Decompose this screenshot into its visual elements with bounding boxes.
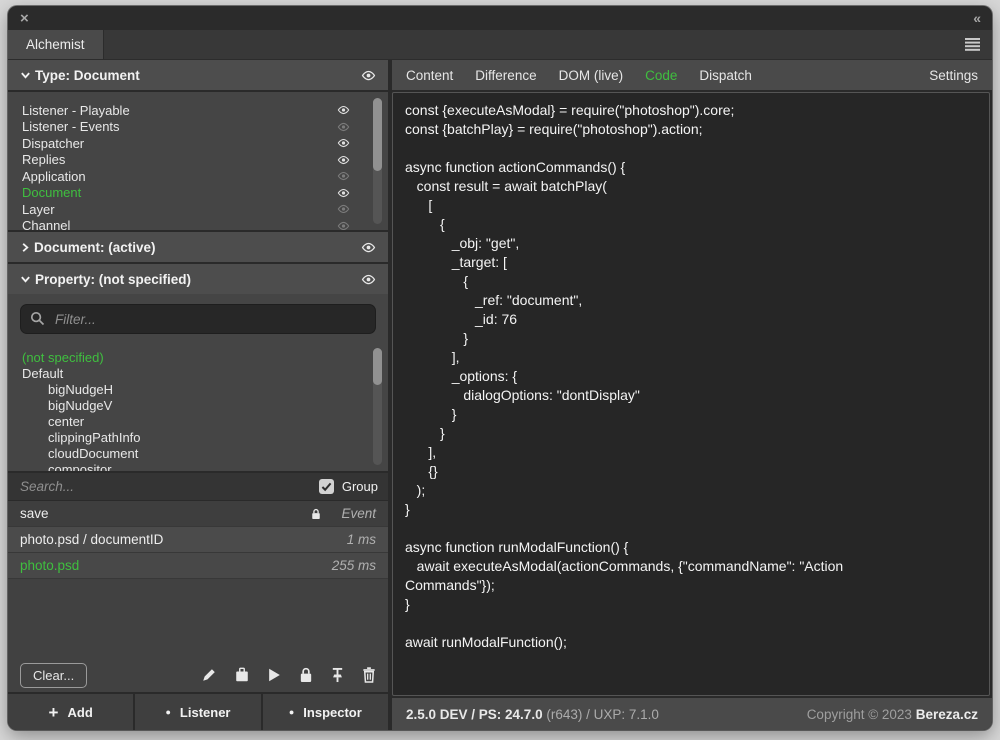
group-checkbox[interactable] — [319, 479, 334, 494]
eye-icon[interactable] — [337, 155, 350, 165]
property-list: (not specified) Default bigNudgeH bigNud… — [8, 342, 388, 471]
type-list: Listener - Playable Listener - Events Di… — [8, 92, 388, 230]
inspector-toggle-button[interactable]: ● Inspector — [263, 694, 388, 730]
tab-code[interactable]: Code — [645, 68, 677, 83]
document-header-label: Document: (active) — [34, 240, 156, 255]
property-item[interactable]: bigNudgeH — [22, 382, 388, 398]
property-header-label: Property: (not specified) — [35, 272, 191, 287]
record-row-selected[interactable]: photo.psd 255 ms — [8, 553, 388, 579]
eye-icon[interactable] — [337, 122, 350, 132]
type-list-scrollbar[interactable] — [373, 98, 382, 224]
type-item[interactable]: Application — [22, 168, 388, 185]
group-checkbox-label: Group — [342, 479, 378, 494]
alchemist-panel-window: × « Alchemist Type: Document Listener - … — [8, 6, 992, 730]
search-row: Group — [8, 473, 388, 500]
property-item[interactable]: cloudDocument — [22, 446, 388, 462]
tab-settings[interactable]: Settings — [929, 68, 978, 83]
detail-tabbar: Content Difference DOM (live) Code Dispa… — [392, 60, 992, 90]
property-item[interactable]: bigNudgeV — [22, 398, 388, 414]
type-item[interactable]: Dispatcher — [22, 135, 388, 152]
eye-icon[interactable] — [337, 171, 350, 181]
eye-icon[interactable] — [337, 188, 350, 198]
pin-icon[interactable] — [330, 667, 345, 683]
listener-toggle-button[interactable]: ● Listener — [135, 694, 260, 730]
property-list-scrollbar[interactable] — [373, 348, 382, 465]
filter-field-wrap — [8, 294, 388, 342]
tab-dispatch[interactable]: Dispatch — [699, 68, 752, 83]
status-bar: 2.5.0 DEV / PS: 24.7.0 (r643) / UXP: 7.1… — [392, 698, 992, 730]
eye-icon[interactable] — [361, 274, 376, 285]
play-icon[interactable] — [267, 667, 282, 683]
type-item-selected[interactable]: Document — [22, 185, 388, 202]
generated-code[interactable]: const {executeAsModal} = require("photos… — [393, 93, 913, 660]
chevron-down-icon — [20, 70, 31, 80]
actions-toolbar: Clear... — [8, 658, 388, 692]
eye-icon[interactable] — [337, 105, 350, 115]
eye-icon[interactable] — [337, 221, 350, 230]
eye-icon[interactable] — [361, 70, 376, 81]
type-section-header[interactable]: Type: Document — [8, 60, 388, 90]
search-icon — [30, 311, 45, 331]
property-item[interactable]: center — [22, 414, 388, 430]
chevron-down-icon — [20, 274, 31, 284]
collapse-panel-icon[interactable]: « — [973, 10, 980, 26]
brand-link[interactable]: Bereza.cz — [916, 707, 978, 722]
close-icon[interactable]: × — [20, 11, 29, 26]
bottom-button-row: + Add ● Listener ● Inspector — [8, 692, 388, 730]
eye-icon[interactable] — [337, 204, 350, 214]
pencil-icon[interactable] — [201, 667, 217, 683]
tab-content[interactable]: Content — [406, 68, 453, 83]
type-header-label: Type: Document — [35, 68, 140, 83]
type-item[interactable]: Listener - Events — [22, 119, 388, 136]
record-row[interactable]: save Event — [8, 501, 388, 527]
lock-icon — [311, 508, 321, 520]
record-dot-icon: ● — [165, 708, 170, 717]
record-meta: 1 ms — [347, 532, 376, 547]
record-row[interactable]: photo.psd / documentID 1 ms — [8, 527, 388, 553]
tab-dom-live[interactable]: DOM (live) — [559, 68, 624, 83]
add-button[interactable]: + Add — [8, 694, 133, 730]
tab-difference[interactable]: Difference — [475, 68, 536, 83]
document-section-header[interactable]: Document: (active) — [8, 232, 388, 262]
type-item[interactable]: Channel — [22, 218, 388, 231]
type-item[interactable]: Replies — [22, 152, 388, 169]
tab-alchemist[interactable]: Alchemist — [8, 30, 104, 59]
panel-menu-icon[interactable] — [965, 38, 980, 51]
sidebar: Type: Document Listener - Playable Liste… — [8, 60, 388, 730]
property-item[interactable]: Default — [22, 366, 388, 382]
type-item[interactable]: Listener - Playable — [22, 102, 388, 119]
search-input[interactable] — [18, 478, 311, 495]
panel-tabbar: Alchemist — [8, 30, 992, 60]
detail-panel: Content Difference DOM (live) Code Dispa… — [392, 60, 992, 730]
property-item[interactable]: compositor — [22, 462, 388, 471]
eye-icon[interactable] — [337, 138, 350, 148]
window-titlebar: × « — [8, 6, 992, 30]
property-item[interactable]: clippingPathInfo — [22, 430, 388, 446]
clipboard-icon[interactable] — [234, 667, 250, 683]
plus-icon: + — [49, 704, 59, 721]
record-dot-icon: ● — [289, 708, 294, 717]
record-meta: Event — [341, 506, 376, 521]
version-text: 2.5.0 DEV / PS: 24.7.0 — [406, 707, 543, 722]
clear-button[interactable]: Clear... — [20, 663, 87, 688]
build-text: (r643) / UXP: 7.1.0 — [543, 707, 659, 722]
record-list-empty-area — [8, 579, 388, 658]
property-section: Property: (not specified) (not specified… — [8, 264, 388, 471]
code-editor[interactable]: const {executeAsModal} = require("photos… — [392, 92, 990, 696]
chevron-right-icon — [20, 242, 30, 253]
filter-input[interactable] — [20, 304, 376, 334]
eye-icon[interactable] — [361, 242, 376, 253]
type-item[interactable]: Layer — [22, 201, 388, 218]
trash-icon[interactable] — [362, 667, 376, 683]
copyright-text: Copyright © 2023 Bereza.cz — [807, 707, 978, 722]
property-item-selected[interactable]: (not specified) — [22, 350, 388, 366]
property-section-header[interactable]: Property: (not specified) — [8, 264, 388, 294]
record-meta: 255 ms — [332, 558, 376, 573]
lock-icon[interactable] — [299, 667, 313, 683]
